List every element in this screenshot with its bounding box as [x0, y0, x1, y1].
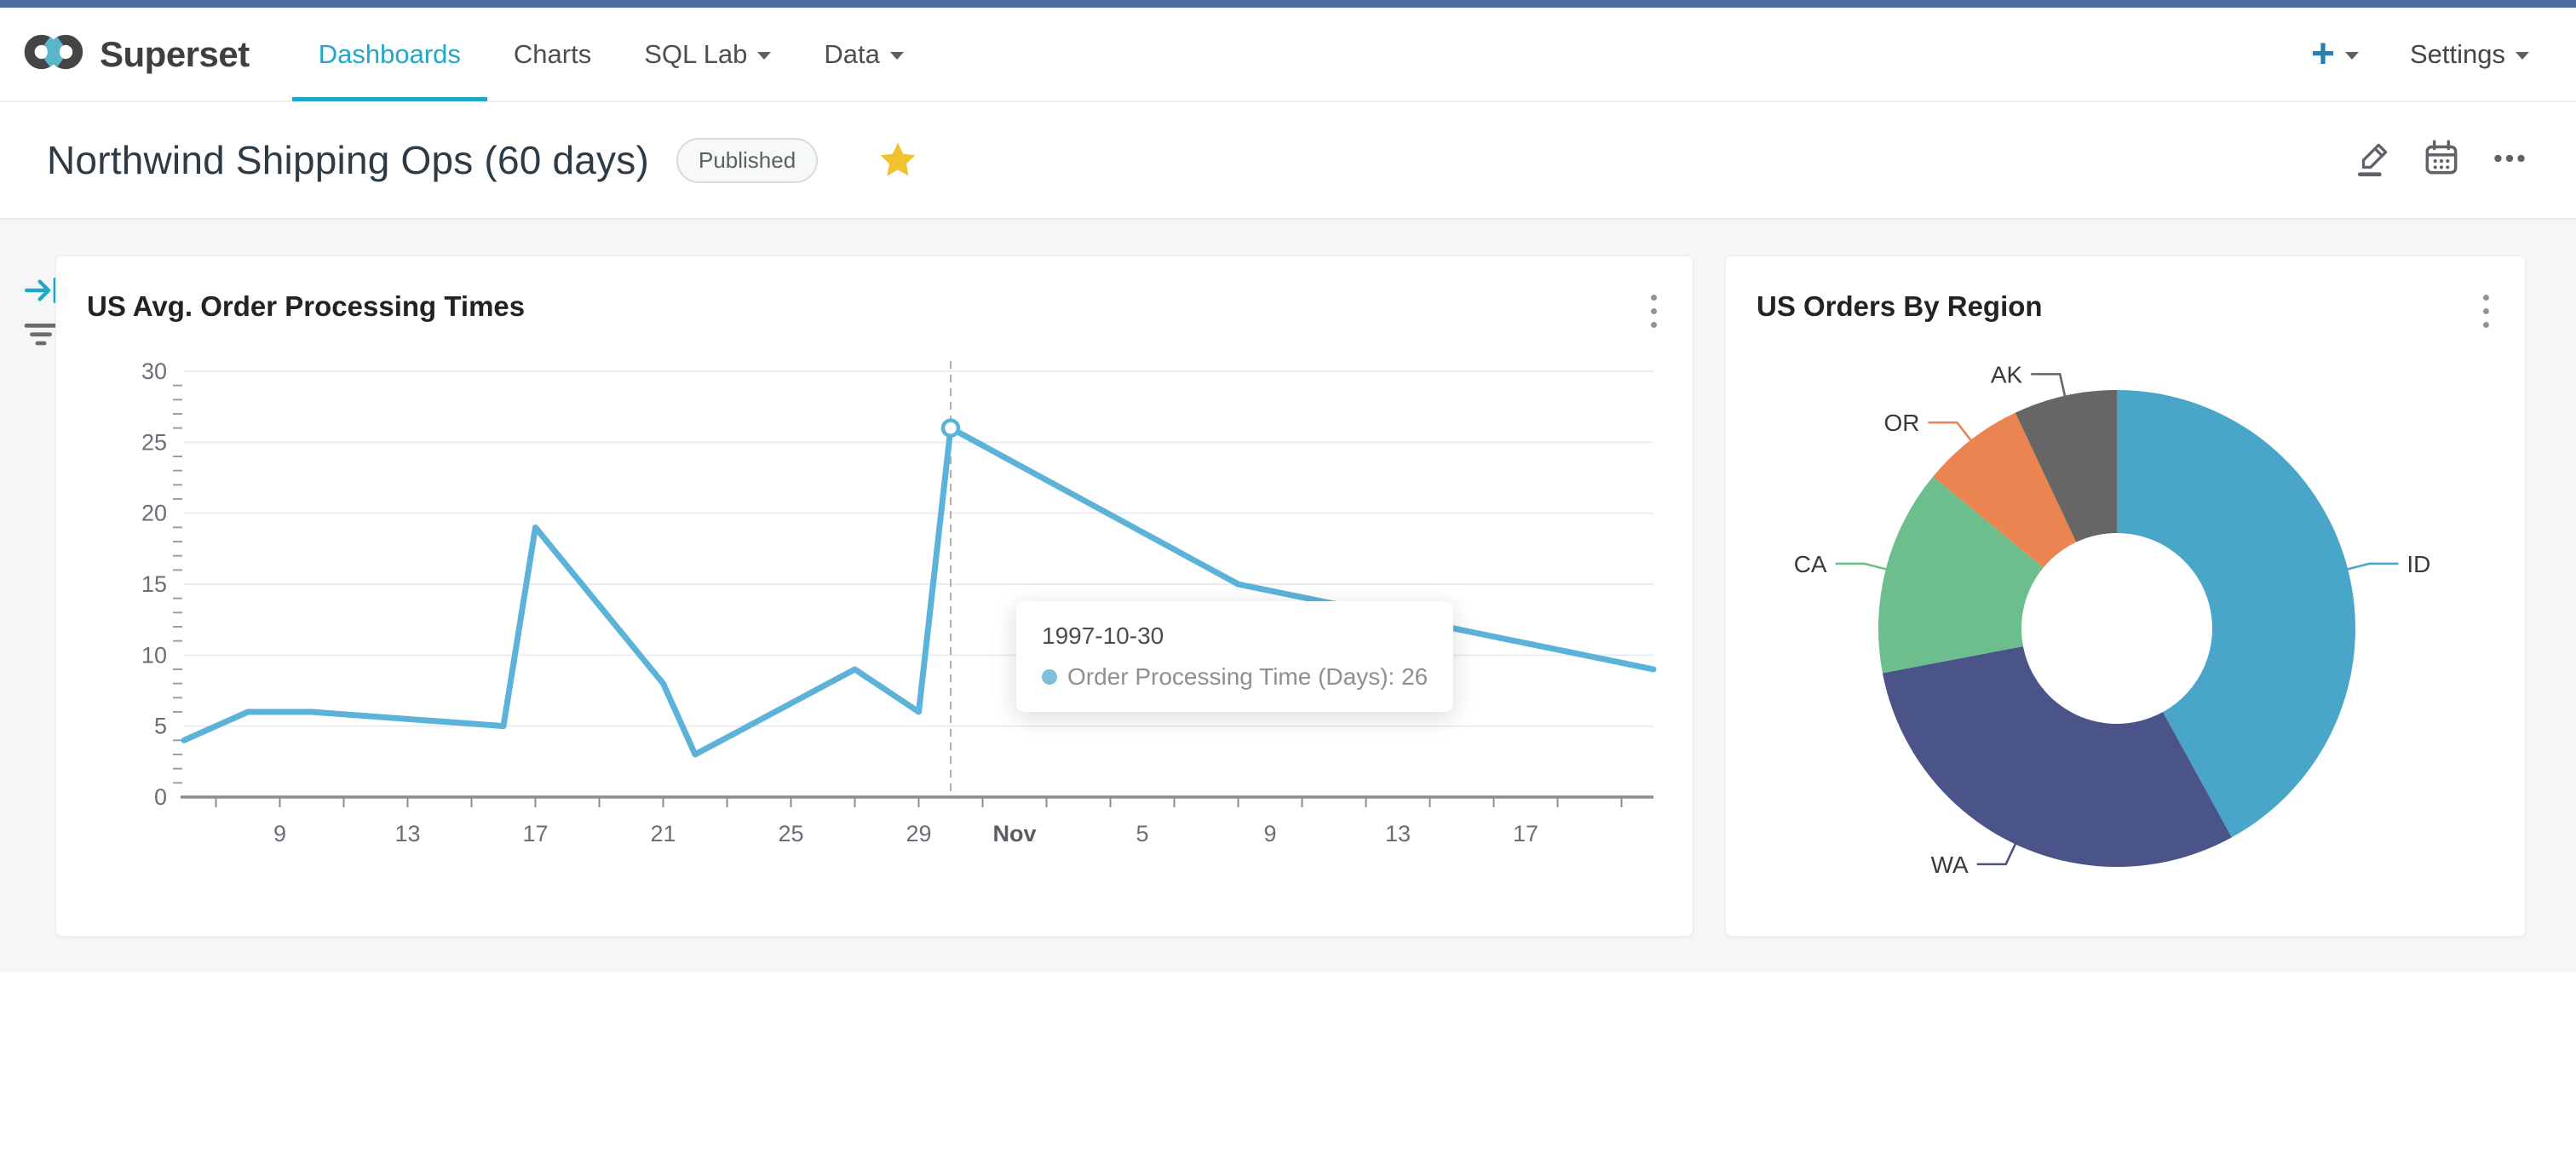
- series-marker-icon: [1042, 669, 1057, 685]
- svg-text:20: 20: [141, 501, 167, 526]
- svg-text:25: 25: [778, 821, 803, 846]
- more-actions-menu[interactable]: [2487, 138, 2532, 182]
- svg-text:WA: WA: [1931, 852, 1969, 878]
- schedule-report-button[interactable]: [2419, 138, 2464, 182]
- tooltip-value: Order Processing Time (Days): 26: [1067, 663, 1429, 690]
- favorite-star-icon[interactable]: [877, 140, 918, 181]
- settings-menu[interactable]: Settings: [2410, 39, 2529, 70]
- calendar-icon: [2420, 137, 2463, 184]
- superset-infinity-icon: [21, 31, 88, 77]
- plus-icon: +: [2310, 31, 2335, 77]
- chevron-down-icon: [889, 52, 904, 60]
- svg-text:30: 30: [141, 359, 167, 384]
- main-nav: Dashboards Charts SQL Lab Data: [291, 7, 930, 101]
- dashboard-header: Northwind Shipping Ops (60 days) Publish…: [0, 102, 2576, 220]
- svg-text:25: 25: [141, 429, 167, 455]
- arrow-to-bar-icon: [22, 277, 60, 312]
- svg-text:13: 13: [394, 821, 420, 846]
- filter-bar-collapsed[interactable]: [22, 320, 60, 353]
- svg-text:29: 29: [906, 821, 931, 846]
- chart-title: US Orders By Region: [1757, 290, 2043, 322]
- filter-lines-icon: [22, 324, 60, 353]
- chevron-down-icon: [2344, 52, 2359, 60]
- superset-logo[interactable]: Superset: [21, 31, 250, 77]
- nav-item-charts[interactable]: Charts: [487, 7, 618, 101]
- chart-card-orders-by-region: US Orders By Region ID WA CA OR AK: [1725, 255, 2526, 937]
- donut-chart-canvas[interactable]: ID WA CA OR AK: [1726, 333, 2527, 938]
- svg-text:0: 0: [154, 784, 167, 810]
- nav-item-data[interactable]: Data: [797, 7, 929, 101]
- chart-title: US Avg. Order Processing Times: [87, 290, 526, 322]
- expand-filter-bar-button[interactable]: [22, 272, 60, 313]
- dashboard-grid: US Avg. Order Processing Times 0 5 10 15 20 2…: [0, 220, 2576, 972]
- pencil-icon: [2352, 137, 2395, 184]
- svg-text:ID: ID: [2406, 551, 2430, 577]
- svg-text:17: 17: [1513, 821, 1538, 846]
- new-item-button[interactable]: +: [2310, 31, 2359, 77]
- chevron-down-icon: [2516, 52, 2529, 60]
- svg-text:21: 21: [650, 821, 676, 846]
- nav-item-sql-lab[interactable]: SQL Lab: [618, 7, 797, 101]
- navbar: Superset Dashboards Charts SQL Lab Data …: [0, 8, 2576, 102]
- ellipsis-icon: [2488, 137, 2531, 184]
- svg-text:5: 5: [1136, 821, 1148, 846]
- edit-dashboard-button[interactable]: [2351, 138, 2395, 182]
- svg-text:CA: CA: [1794, 551, 1827, 577]
- chart-menu-kebab-icon[interactable]: [2469, 289, 2503, 333]
- nav-item-dashboards[interactable]: Dashboards: [291, 7, 488, 101]
- svg-text:9: 9: [1263, 821, 1276, 846]
- svg-text:10: 10: [141, 642, 167, 668]
- svg-text:Nov: Nov: [992, 821, 1036, 846]
- chevron-down-icon: [757, 52, 772, 60]
- dashboard-title: Northwind Shipping Ops (60 days): [47, 138, 649, 182]
- chart-menu-kebab-icon[interactable]: [1636, 289, 1670, 333]
- svg-text:OR: OR: [1883, 410, 1919, 436]
- svg-text:5: 5: [154, 714, 167, 739]
- chart-card-processing-times: US Avg. Order Processing Times 0 5 10 15 20 2…: [55, 255, 1693, 937]
- svg-text:17: 17: [522, 821, 548, 846]
- svg-text:9: 9: [273, 821, 286, 846]
- dashboard-actions: [2351, 138, 2532, 182]
- chart-tooltip: 1997-10-30 Order Processing Time (Days):…: [1016, 601, 1454, 712]
- published-badge[interactable]: Published: [676, 137, 819, 183]
- brand-text: Superset: [100, 33, 250, 74]
- svg-text:AK: AK: [1991, 361, 2023, 387]
- tooltip-date: 1997-10-30: [1042, 622, 1164, 649]
- svg-text:15: 15: [141, 571, 167, 597]
- navbar-right: + Settings: [2310, 31, 2529, 77]
- svg-text:13: 13: [1385, 821, 1411, 846]
